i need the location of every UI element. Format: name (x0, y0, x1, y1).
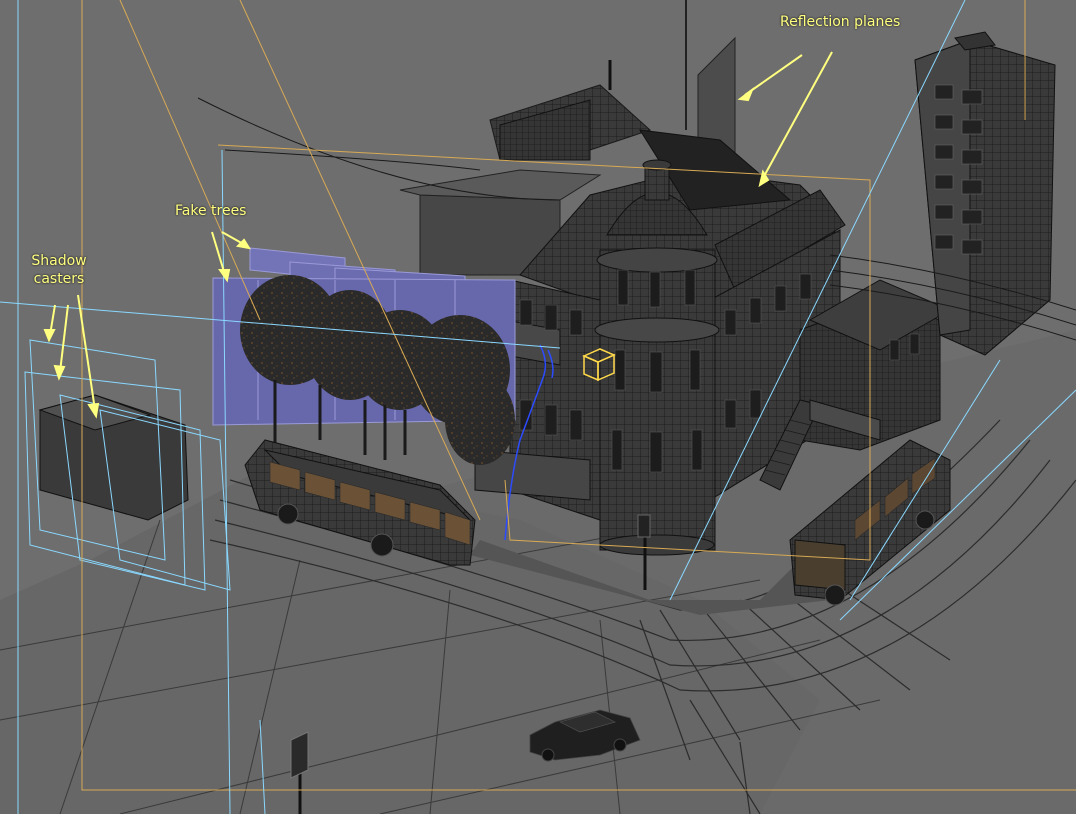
shadow-casters-label-line1: Shadow (31, 253, 87, 269)
fake-trees-label: Fake trees (175, 203, 247, 219)
shadow-casters-label-line2: casters (33, 271, 85, 287)
scene-canvas[interactable] (0, 0, 1076, 814)
reflection-planes-label: Reflection planes (780, 14, 901, 30)
shadow-casters-label: Shadow casters (24, 252, 94, 288)
3d-viewport[interactable]: Reflection planes Fake trees Shadow cast… (0, 0, 1076, 814)
fake-tree-planes[interactable] (212, 247, 516, 465)
